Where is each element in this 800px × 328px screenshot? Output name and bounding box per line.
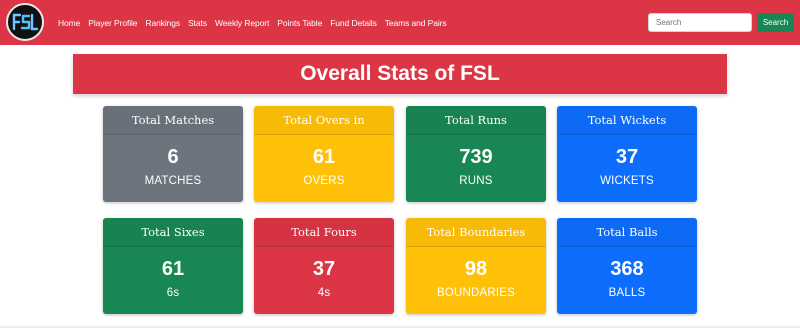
nav-link-fund-details[interactable]: Fund Details — [330, 18, 377, 28]
card-unit: OVERS — [303, 175, 345, 187]
search-input[interactable] — [648, 13, 752, 32]
nav-link-points-table[interactable]: Points Table — [277, 18, 322, 28]
search-button[interactable]: Search — [757, 13, 794, 32]
card-unit: MATCHES — [144, 175, 202, 187]
card-unit: 4s — [317, 287, 331, 299]
card-header: Total Fours — [254, 218, 394, 247]
card-value: 61 — [161, 258, 185, 280]
navbar: Home Player Profile Rankings Stats Weekl… — [0, 0, 800, 45]
nav-link-home[interactable]: Home — [58, 18, 80, 28]
nav-link-weekly-report[interactable]: Weekly Report — [215, 18, 269, 28]
nav-link-player-profile[interactable]: Player Profile — [88, 18, 137, 28]
stat-card-total-overs: Total Overs in 61 OVERS — [254, 106, 394, 202]
card-header: Total Runs — [406, 106, 546, 135]
card-unit: BOUNDARIES — [436, 287, 516, 299]
fsl-logo-icon — [12, 13, 39, 31]
nav-link-teams-and-pairs[interactable]: Teams and Pairs — [385, 18, 447, 28]
nav-link-rankings[interactable]: Rankings — [145, 18, 180, 28]
card-value: 37 — [312, 258, 336, 280]
card-header: Total Balls — [557, 218, 697, 247]
stat-card-total-runs: Total Runs 739 RUNS — [406, 106, 546, 202]
stat-card-total-fours: Total Fours 37 4s — [254, 218, 394, 314]
card-value: 6 — [167, 146, 179, 168]
card-value: 368 — [610, 258, 644, 280]
card-unit: RUNS — [459, 175, 493, 187]
card-header: Total Wickets — [557, 106, 697, 135]
card-value: 37 — [615, 146, 639, 168]
stat-card-total-matches: Total Matches 6 MATCHES — [103, 106, 243, 202]
stat-card-total-balls: Total Balls 368 BALLS — [557, 218, 697, 314]
stat-card-total-sixes: Total Sixes 61 6s — [103, 218, 243, 314]
page-title: Overall Stats of FSL — [300, 62, 500, 85]
fsl-logo[interactable] — [6, 3, 44, 41]
card-header: Total Boundaries — [406, 218, 546, 247]
card-header: Total Overs in — [254, 106, 394, 135]
card-header: Total Sixes — [103, 218, 243, 247]
stat-card-total-boundaries: Total Boundaries 98 BOUNDARIES — [406, 218, 546, 314]
card-value: 61 — [312, 146, 336, 168]
stat-card-total-wickets: Total Wickets 37 WICKETS — [557, 106, 697, 202]
stats-banner: Overall Stats of FSL — [73, 54, 727, 94]
card-value: 98 — [464, 258, 488, 280]
card-unit: WICKETS — [600, 175, 654, 187]
nav-link-stats[interactable]: Stats — [188, 18, 207, 28]
nav-links: Home Player Profile Rankings Stats Weekl… — [58, 0, 455, 45]
card-header: Total Matches — [103, 106, 243, 135]
card-value: 739 — [459, 146, 493, 168]
card-unit: 6s — [166, 287, 180, 299]
card-unit: BALLS — [608, 287, 646, 299]
